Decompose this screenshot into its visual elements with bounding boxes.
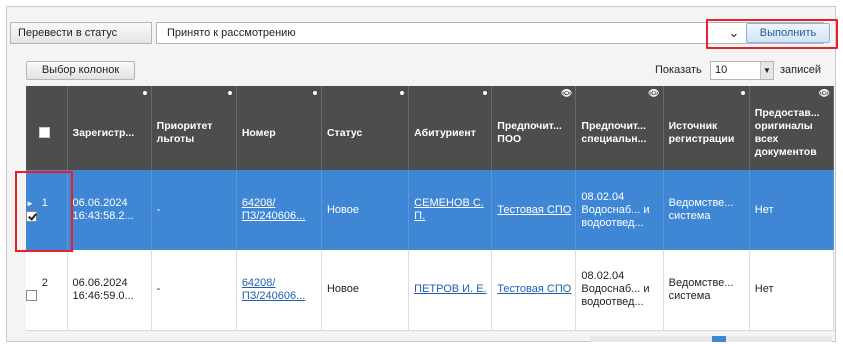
chevron-down-icon[interactable]: ▼: [760, 62, 773, 79]
poo-link[interactable]: Тестовая СПО: [497, 204, 571, 216]
dot-icon: [227, 91, 232, 95]
col-header-status[interactable]: Статус: [321, 86, 410, 170]
eye-icon: 👁: [648, 88, 660, 98]
cell-source: Ведомстве... система: [663, 170, 750, 250]
dot-icon: [740, 91, 745, 95]
cell-priority: -: [151, 250, 237, 331]
col-header-label: Предпочит... ПОО: [497, 120, 562, 145]
row-checkbox[interactable]: [26, 290, 37, 302]
col-header-registered[interactable]: Зарегистр...: [67, 86, 152, 170]
cell-status: Новое: [321, 170, 410, 250]
cell-registered: 06.06.2024 16:46:59.0...: [67, 250, 152, 331]
table-row[interactable]: ► 1 06.06.2024 16:43:58.2... - 64208/ ПЗ/…: [26, 170, 835, 250]
col-header-label: Предостав... оригиналы всех документов: [754, 107, 820, 158]
cell-specialty: 08.02.04 Водоснаб... и водоотвед...: [575, 250, 664, 331]
execute-button[interactable]: Выполнить: [746, 23, 830, 43]
cell-number: 64208/ ПЗ/240606...: [236, 170, 322, 250]
row-select-cell: ►2: [26, 250, 68, 331]
cell-source: Ведомстве... система: [663, 250, 750, 331]
page-size-select[interactable]: 10 ▼: [710, 61, 774, 80]
cell-applicant: СЕМЕНОВ С. П.: [408, 170, 493, 250]
pagination-active[interactable]: [712, 336, 726, 342]
poo-link[interactable]: Тестовая СПО: [497, 283, 571, 295]
application-number-link[interactable]: 64208/ ПЗ/240606...: [242, 197, 305, 222]
chevron-down-icon[interactable]: ⌄: [727, 26, 741, 40]
col-header-priority[interactable]: Приоритет льготы: [151, 86, 237, 170]
dot-icon: [312, 91, 317, 95]
col-header-label: Абитуриент: [414, 126, 476, 139]
table-row[interactable]: ►2 06.06.2024 16:46:59.0... - 64208/ ПЗ/…: [26, 250, 835, 331]
cell-poo: Тестовая СПО: [491, 250, 577, 331]
eye-icon: 👁: [560, 88, 573, 98]
col-header-applicant[interactable]: Абитуриент: [408, 86, 493, 170]
cell-specialty: 08.02.04 Водоснаб... и водоотвед...: [575, 170, 664, 250]
cell-originals: Нет: [749, 250, 835, 331]
status-label: Перевести в статус: [10, 22, 152, 44]
cell-originals: Нет: [749, 170, 835, 250]
pagination-strip: [590, 336, 832, 342]
col-header-label: Предпочит... специальн...: [581, 120, 647, 145]
dot-icon: [142, 91, 147, 95]
applicant-link[interactable]: СЕМЕНОВ С. П.: [414, 197, 484, 222]
cell-registered: 06.06.2024 16:43:58.2...: [67, 170, 152, 250]
cell-applicant: ПЕТРОВ И. Е.: [408, 250, 493, 331]
select-all-header: [26, 86, 68, 170]
cell-poo: Тестовая СПО: [491, 170, 577, 250]
col-header-number[interactable]: Номер: [236, 86, 322, 170]
dot-icon: [483, 91, 488, 95]
application-number-link[interactable]: 64208/ ПЗ/240606...: [242, 277, 305, 302]
table-header-row: Зарегистр... Приоритет льготы Номер Стат…: [26, 86, 835, 170]
eye-icon: 👁: [818, 88, 830, 98]
cell-status: Новое: [321, 250, 410, 331]
col-header-label: Статус: [326, 126, 363, 139]
highlight-box-row-checkbox: [15, 171, 73, 252]
col-header-specialty[interactable]: 👁 Предпочит... специальн...: [575, 86, 664, 170]
records-label: записей: [780, 64, 822, 76]
cell-number: 64208/ ПЗ/240606...: [236, 250, 322, 331]
col-header-label: Номер: [241, 126, 276, 139]
cell-priority: -: [151, 170, 237, 250]
col-header-label: Зарегистр...: [72, 126, 135, 139]
col-header-originals[interactable]: 👁 Предостав... оригиналы всех документов: [749, 86, 835, 170]
select-all-checkbox[interactable]: [39, 127, 50, 139]
dot-icon: [400, 91, 405, 95]
col-header-label: Источник регистрации: [668, 120, 735, 145]
applications-table: Зарегистр... Приоритет льготы Номер Стат…: [26, 86, 835, 331]
page-size-value: 10: [715, 64, 728, 76]
show-label: Показать: [655, 64, 702, 76]
column-select-button[interactable]: Выбор колонок: [26, 61, 135, 80]
applicant-link[interactable]: ПЕТРОВ И. Е.: [414, 283, 486, 295]
col-header-label: Приоритет льготы: [156, 120, 213, 145]
col-header-source[interactable]: Источник регистрации: [663, 86, 750, 170]
row-number: 2: [41, 276, 48, 289]
col-header-poo[interactable]: 👁 Предпочит... ПОО: [491, 86, 577, 170]
